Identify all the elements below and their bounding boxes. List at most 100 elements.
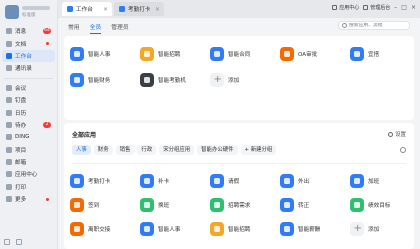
app-tile[interactable]: 绩效目标 [350,195,420,215]
sidebar-item-label: 待办 [15,122,27,129]
app-tile[interactable]: 智能人事 [70,44,140,64]
profile-name-redacted [22,6,50,10]
more-categories-icon[interactable] [400,147,406,153]
app-tile[interactable]: 智能招聘 [210,219,280,239]
sidebar-item[interactable]: 应用中心 [2,168,55,180]
admin-label: 管理后台 [370,5,391,11]
app-icon [280,198,294,212]
layout-icon[interactable] [4,239,10,245]
minimize-icon[interactable]: – [394,4,397,11]
category-chips: 人事 财务 销售 行政 宋分组应用 智能办公硬件 + 新建分组 [72,145,277,155]
app-center-link[interactable]: 应用中心 [332,4,359,11]
sidebar-item-label: 邮箱 [15,160,27,167]
app-icon [280,47,294,61]
sidebar-item[interactable]: 工作台 [2,49,55,63]
settings-button[interactable]: 设置 [387,130,406,138]
sidebar-item[interactable]: 项目 [2,144,55,156]
app-tile[interactable]: 考勤打卡 [70,171,140,191]
category-chip[interactable]: 人事 [72,145,91,155]
nav-item-icon [6,97,12,104]
app-icon [70,47,84,61]
category-chip[interactable]: 财务 [93,145,113,155]
nav-item-icon [6,183,12,190]
common-apps-card: 智能人事 智能招聘 智能合同 OA审批 宜搭智能财务 智能考勤机 添加 [64,36,414,120]
app-center-icon [332,5,338,10]
app-tile[interactable]: 外出 [280,171,350,191]
sidebar-item[interactable]: 更多 [2,193,55,205]
sidebar-item[interactable]: 打印 [2,181,55,193]
nav-item-icon [6,84,12,91]
tab-all-staff[interactable]: 全员 [89,22,102,34]
sidebar-item-label: 消息 [15,29,27,36]
tab-workbench[interactable]: 工作台 × [62,2,112,16]
sidebar-item[interactable]: 通讯录 [2,62,55,74]
app-label: 添加 [368,227,380,233]
app-tile[interactable]: 换班 [140,195,210,215]
avatar[interactable] [5,5,19,19]
nav-item-icon [6,196,12,203]
tab-attendance[interactable]: 考勤打卡 × [114,2,164,16]
sidebar-item[interactable]: 钉盘 [2,94,55,106]
app-icon [140,198,154,212]
profile[interactable]: 标准版 [0,0,57,25]
app-tile[interactable]: OA审批 [280,44,350,64]
app-icon [350,174,364,188]
close-icon[interactable]: × [155,6,160,13]
app-tile[interactable]: 补卡 [140,171,210,191]
close-window-icon[interactable]: × [411,4,416,11]
sidebar-item[interactable]: 文档 [2,37,55,49]
category-chip[interactable]: 宋分组应用 [159,145,195,155]
app-center-label: 应用中心 [339,5,360,11]
new-group-button[interactable]: + 新建分组 [240,145,277,155]
search-input[interactable] [349,23,409,28]
app-tile[interactable]: 离职交接 [70,219,140,239]
plus-icon [210,73,224,87]
add-app-button[interactable]: 添加 [210,70,280,90]
app-tile[interactable]: 加班 [350,171,420,191]
category-chip[interactable]: 销售 [115,145,135,155]
app-icon [210,174,224,188]
category-chip[interactable]: 行政 [137,145,157,155]
sidebar-divider [4,77,53,79]
maximize-icon[interactable]: □ [401,4,407,11]
grid-icon[interactable] [16,239,22,245]
tab-admin[interactable]: 管理员 [111,22,128,34]
app-tile[interactable]: 签到 [70,195,140,215]
close-icon[interactable]: × [103,6,108,13]
all-apps-title: 全部应用 [72,132,97,139]
add-app-button[interactable]: 添加 [350,219,420,239]
sidebar-item[interactable]: 会议 [2,82,55,94]
app-tile[interactable]: 智能考勤机 [140,70,210,90]
sidebar-item[interactable]: DING [2,131,55,143]
tab-common[interactable]: 常用 [68,22,80,34]
app-icon [210,222,224,236]
category-chip[interactable]: 智能办公硬件 [197,145,238,155]
app-label: 补卡 [158,179,170,185]
gear-icon [387,131,393,137]
sidebar-item[interactable]: 消息 64 [2,25,55,37]
sidebar-nav: 消息 64 文档工作台通讯录会议 钉盘 日历 待办 2 DING 项目邮箱 应用中心 打印 更多 [0,25,57,205]
app-tile[interactable]: 智能人事 [140,219,210,239]
app-tile[interactable]: 智能合同 [210,44,280,64]
search-box[interactable] [338,21,410,30]
app-label: 外出 [298,179,310,185]
app-tile[interactable]: 招聘需求 [210,195,280,215]
app-tile[interactable]: 智能薪酬 [280,219,350,239]
app-tile[interactable]: 智能财务 [70,70,140,90]
admin-link[interactable]: 管理后台 [363,4,390,11]
sidebar-item[interactable]: 待办 2 [2,119,55,131]
app-label: 智能招聘 [158,52,181,58]
app-label: 离职交接 [88,227,111,233]
sidebar-item[interactable]: 日历 [2,106,55,118]
app-tile[interactable]: 宜搭 [350,44,420,64]
settings-label: 设置 [394,132,406,138]
app-label: 招聘需求 [228,203,251,209]
sidebar-item[interactable]: 邮箱 [2,156,55,168]
sidebar-item-label: 工作台 [15,53,32,60]
app-label: 转正 [298,203,310,209]
app-tile[interactable]: 智能招聘 [140,44,210,64]
title-bar: 工作台 × 考勤打卡 × 应用中心 管理后台 – □ × [58,0,420,18]
app-icon [140,222,154,236]
app-tile[interactable]: 请假 [210,171,280,191]
app-tile[interactable]: 转正 [280,195,350,215]
